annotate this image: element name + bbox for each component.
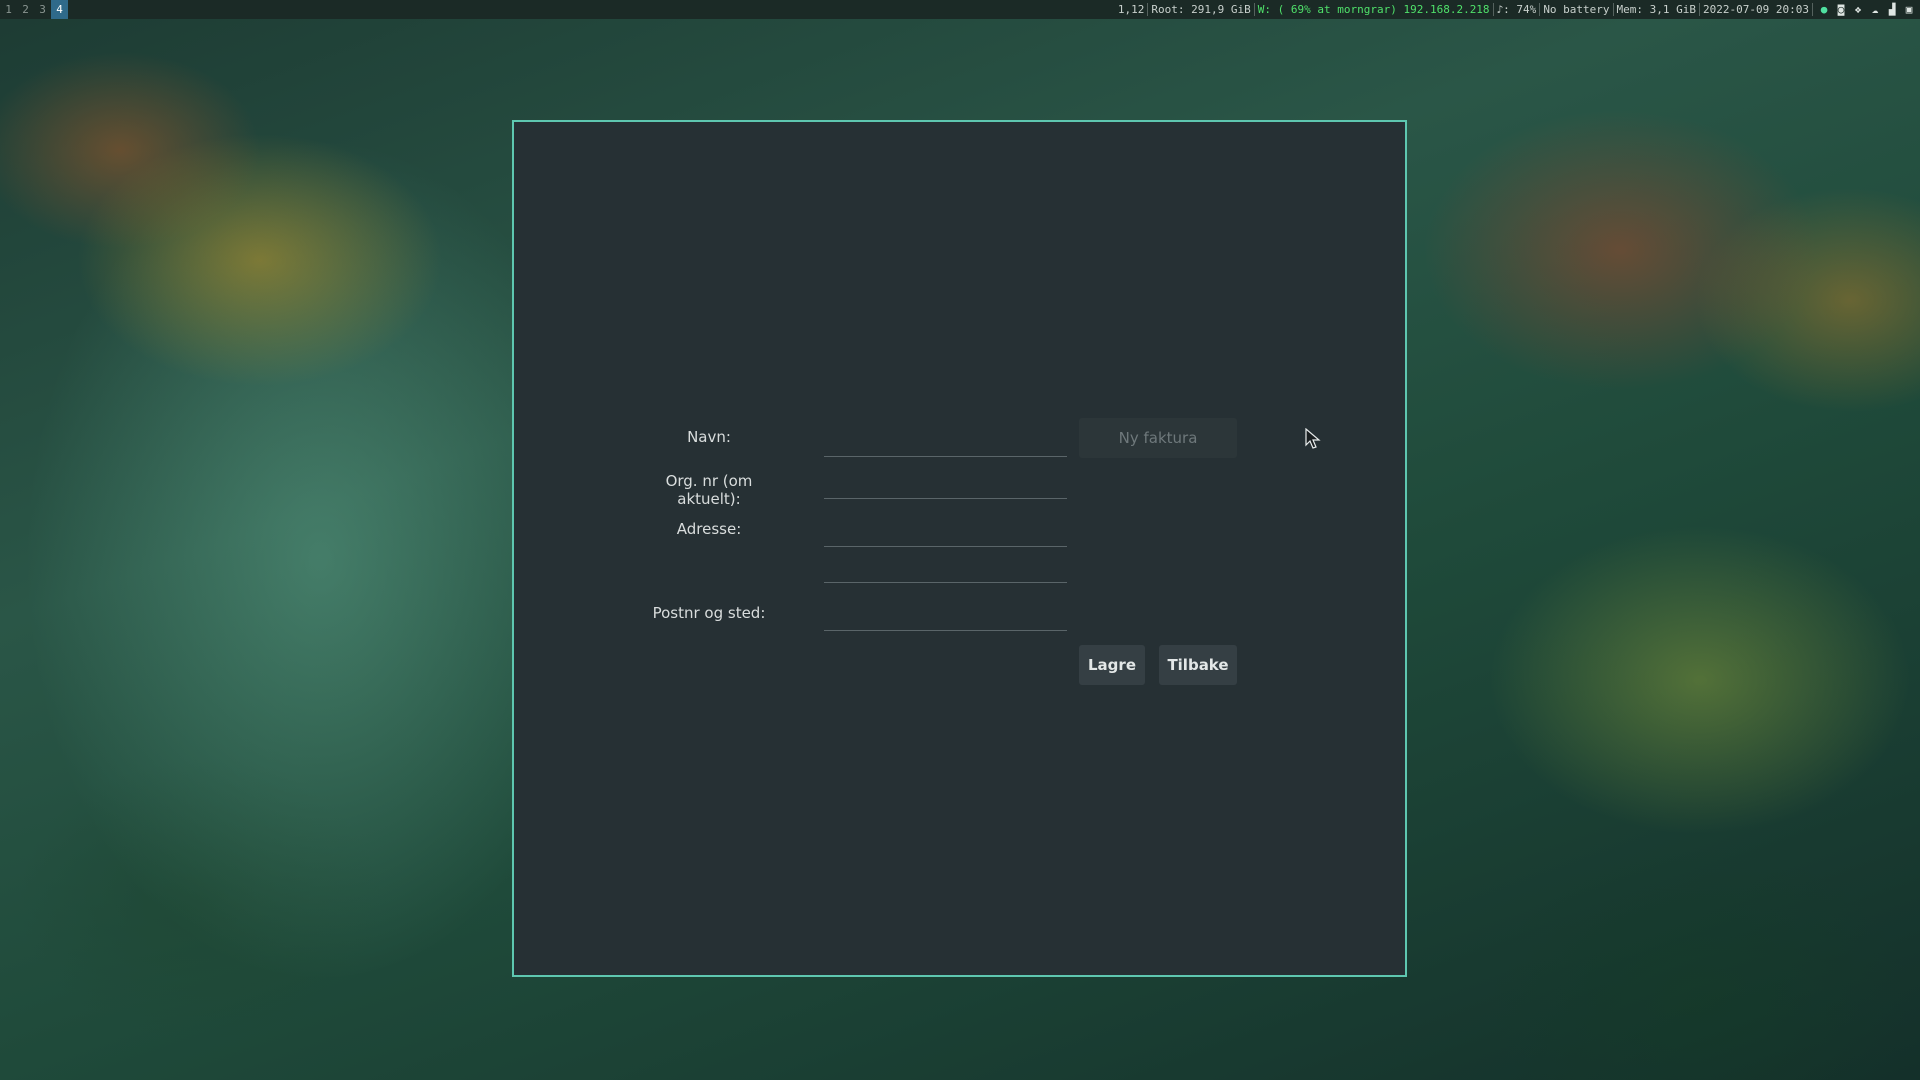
dropbox-icon[interactable]: ❖ [1851, 3, 1865, 17]
status-battery: No battery [1543, 3, 1610, 16]
address-line1-input[interactable] [824, 517, 1067, 547]
workspace-2[interactable]: 2 [17, 0, 34, 19]
globe-icon[interactable]: ● [1817, 3, 1831, 17]
discord-icon[interactable]: ◙ [1834, 3, 1848, 17]
cloud-icon[interactable]: ☁ [1868, 3, 1882, 17]
settings-icon[interactable]: ▣ [1902, 3, 1916, 17]
invoice-customer-window: Navn: Ny faktura Org. nr (om aktuelt): A… [512, 120, 1407, 977]
postal-input[interactable] [824, 601, 1067, 631]
workspace-switcher: 1 2 3 4 [0, 0, 68, 19]
name-label: Navn: [687, 428, 731, 446]
postal-label: Postnr og sted: [652, 604, 766, 622]
new-invoice-button[interactable]: Ny faktura [1079, 418, 1237, 458]
workspace-4[interactable]: 4 [51, 0, 68, 19]
status-memory: Mem: 3,1 GiB [1616, 3, 1697, 16]
back-button[interactable]: Tilbake [1159, 645, 1237, 685]
top-status-bar: 1 2 3 4 1,12 Root: 291,9 GiB W: ( 69% at… [0, 0, 1920, 19]
workspace-1[interactable]: 1 [0, 0, 17, 19]
status-root-disk: Root: 291,9 GiB [1151, 3, 1251, 16]
workspace-3[interactable]: 3 [34, 0, 51, 19]
status-wifi: W: ( 69% at morngrar) 192.168.2.218 [1257, 3, 1490, 16]
status-position: 1,12 [1117, 3, 1145, 16]
address-label: Adresse: [676, 520, 742, 538]
status-datetime: 2022-07-09 20:03 [1703, 3, 1809, 16]
status-blocks: 1,12 Root: 291,9 GiB W: ( 69% at morngra… [1115, 0, 1916, 19]
org-number-input[interactable] [824, 469, 1067, 499]
address-line2-input[interactable] [824, 553, 1067, 583]
system-tray: ● ◙ ❖ ☁ ▟ ▣ [1813, 3, 1916, 17]
mouse-cursor-icon [1305, 428, 1321, 449]
save-button[interactable]: Lagre [1079, 645, 1145, 685]
org-number-label: Org. nr (om aktuelt): [665, 472, 753, 508]
signal-icon[interactable]: ▟ [1885, 3, 1899, 17]
status-volume: ♪: 74% [1496, 3, 1537, 16]
name-input[interactable] [824, 427, 1067, 457]
